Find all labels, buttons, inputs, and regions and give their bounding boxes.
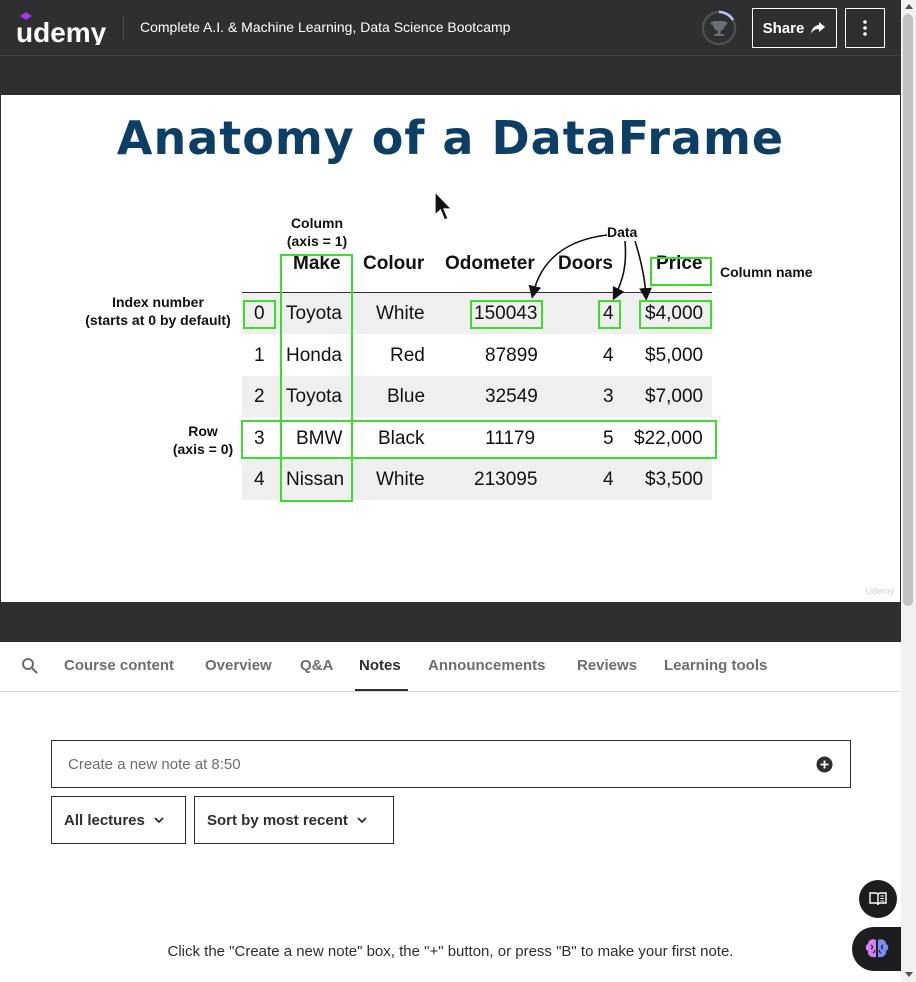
doors-cell: 4 [603,469,614,490]
odometer-cell: 87899 [485,345,538,366]
tab-notes[interactable]: Notes [359,657,401,674]
sort-label: Sort by most recent [207,811,348,829]
header-doors: Doors [558,253,613,274]
sort-dropdown[interactable]: Sort by most recent [194,796,394,844]
mouse-cursor-icon [434,191,453,221]
ai-assistant-button[interactable] [852,927,902,971]
scrollbar-thumb[interactable] [903,14,913,606]
tab-course-content[interactable]: Course content [64,657,174,674]
share-arrow-icon [811,22,826,34]
chevron-down-icon [154,817,164,824]
slide-watermark: Udemy [865,586,894,596]
header-colour: Colour [363,253,425,274]
udemy-logo[interactable]: udemy [16,11,108,45]
tab-overview[interactable]: Overview [205,657,272,674]
column-name-highlight [650,257,712,286]
tab-learning-tools[interactable]: Learning tools [664,657,767,674]
search-tab[interactable] [21,657,38,679]
course-title[interactable]: Complete A.I. & Machine Learning, Data S… [140,19,510,35]
odometer-cell: 32549 [485,386,538,407]
app-root: udemy Complete A.I. & Machine Learning, … [0,0,916,982]
lecture-filter-dropdown[interactable]: All lectures [51,796,186,844]
colour-cell: Blue [387,386,426,407]
row-highlight [241,420,717,459]
data-highlight [470,300,543,329]
doors-cell: 3 [603,386,614,407]
top-header: udemy Complete A.I. & Machine Learning, … [0,0,901,56]
colour-cell: Red [390,345,425,366]
tab-announcements[interactable]: Announcements [428,657,546,674]
logo-text: udemy [16,17,107,45]
tab-reviews[interactable]: Reviews [577,657,637,674]
colour-cell: White [376,469,425,490]
colour-cell: White [376,303,425,324]
new-note-input[interactable]: Create a new note at 8:50 [51,740,851,788]
price-cell: $3,500 [645,469,704,490]
index-cell: 1 [254,345,265,366]
price-cell: $7,000 [645,386,704,407]
column-highlight [280,254,353,502]
vertical-dots-icon [863,20,867,36]
plus-circle-icon[interactable] [816,756,833,773]
price-cell: $5,000 [645,345,704,366]
reading-mode-button[interactable] [859,880,897,918]
odometer-cell: 213095 [474,469,538,490]
data-arrows [528,234,652,301]
data-highlight [639,300,712,329]
progress-trophy-button[interactable] [700,9,738,47]
scroll-up-arrow-icon[interactable] [905,4,913,9]
header-divider [123,16,124,40]
more-options-button[interactable] [845,8,885,48]
scroll-down-arrow-icon[interactable] [905,972,913,977]
data-highlight [598,300,621,329]
chevron-down-icon [357,817,367,824]
brain-icon [865,939,889,958]
share-button[interactable]: Share [752,8,837,48]
index-cell: 2 [254,386,265,407]
lecture-filter-label: All lectures [64,811,145,829]
empty-notes-message: Click the "Create a new note" box, the "… [167,943,734,960]
lecture-tabs: Course content Overview Q&A Notes Announ… [0,642,901,692]
header-odometer: Odometer [445,253,535,274]
trophy-icon [701,10,737,46]
lecture-slide[interactable]: Anatomy of a DataFrame Column (axis = 1)… [1,95,900,602]
share-label: Share [762,19,805,37]
doors-cell: 4 [603,345,614,366]
index-cell: 4 [254,469,265,490]
tab-qa[interactable]: Q&A [300,657,333,674]
active-tab-indicator [355,689,408,691]
dataframe-diagram: Column (axis = 1) Data Column name Index… [1,95,900,602]
book-open-icon [869,892,887,906]
search-icon [22,658,38,674]
new-note-placeholder: Create a new note at 8:50 [68,755,241,773]
index-highlight [243,300,276,329]
